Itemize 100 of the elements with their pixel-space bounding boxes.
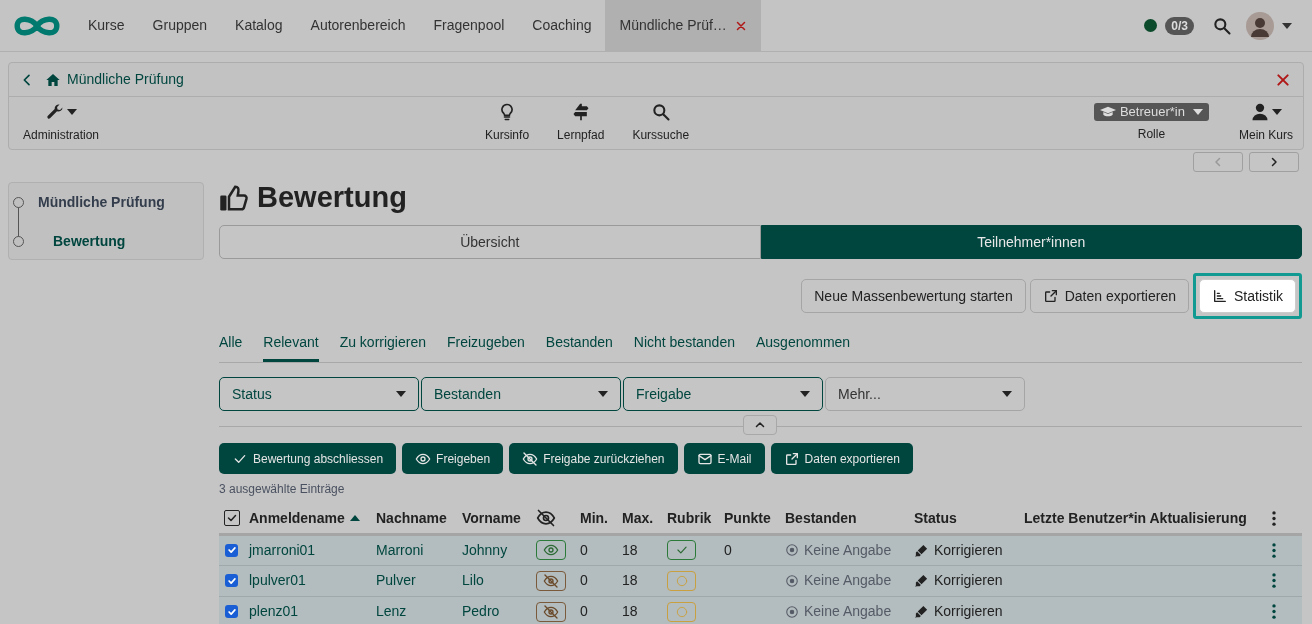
notification-count[interactable]: 0/3 xyxy=(1165,16,1194,35)
circle-icon xyxy=(674,573,689,588)
role-dropdown[interactable]: Betreuer*in xyxy=(1093,103,1209,121)
table-cell: Johnny xyxy=(462,534,536,565)
action-button[interactable]: Daten exportieren xyxy=(1029,279,1189,313)
visibility-badge[interactable] xyxy=(536,601,566,622)
bulk-action-button[interactable]: Freigabe zurückziehen xyxy=(509,443,678,474)
close-icon[interactable] xyxy=(734,19,747,32)
rubric-badge[interactable] xyxy=(667,540,696,560)
toolbar-button[interactable]: Lernpfad xyxy=(543,102,619,144)
more-options-icon[interactable] xyxy=(1272,573,1276,588)
nav-tab[interactable]: Katalog xyxy=(221,0,297,51)
nav-tab[interactable]: Gruppen xyxy=(138,0,222,51)
visibility-icon xyxy=(536,508,556,529)
column-header[interactable]: Max. xyxy=(622,504,667,534)
nav-tab[interactable]: Coaching xyxy=(518,0,606,51)
course-menu-item[interactable]: Mündliche Prüfung xyxy=(38,192,165,213)
column-header[interactable]: Punkte xyxy=(724,504,785,534)
column-header[interactable]: Bestanden xyxy=(785,504,914,534)
table-cell: Lenz xyxy=(376,596,462,624)
filter-tab[interactable]: Freizugeben xyxy=(447,332,525,362)
filter-dropdown[interactable]: Freigabe xyxy=(623,377,823,411)
column-header[interactable]: Min. xyxy=(580,504,622,534)
segment-tab[interactable]: Übersicht xyxy=(219,225,761,259)
login-link[interactable]: lpulver01 xyxy=(249,572,306,588)
table-cell-text: Keine Angabe xyxy=(804,602,892,621)
check-icon xyxy=(226,575,237,586)
row-checkbox[interactable] xyxy=(225,574,238,587)
caret-icon xyxy=(1192,107,1203,117)
action-button[interactable]: Statistik xyxy=(1199,279,1296,313)
radio-dot-icon xyxy=(785,573,799,588)
close-icon[interactable] xyxy=(1275,71,1291,88)
table-cell: 0 xyxy=(580,534,622,565)
filter-dropdown[interactable]: Bestanden xyxy=(421,377,621,411)
bulk-action-button[interactable]: Daten exportieren xyxy=(770,443,913,474)
caret-icon xyxy=(1272,107,1282,117)
circle-icon xyxy=(674,604,689,619)
column-header[interactable]: Nachname xyxy=(376,504,462,534)
course-menu-item[interactable]: Bewertung xyxy=(53,231,126,252)
share-icon xyxy=(783,450,800,467)
visibility-badge[interactable] xyxy=(536,570,566,591)
my-course-menu[interactable]: Mein Kurs xyxy=(1238,102,1293,144)
filter-tab[interactable]: Nicht bestanden xyxy=(633,332,735,362)
nav-tab[interactable]: Fragenpool xyxy=(419,0,519,51)
graduation-cap-icon xyxy=(1099,106,1116,118)
table-cell: 18 xyxy=(622,596,667,624)
home-icon[interactable] xyxy=(45,71,61,88)
toolbar-button[interactable]: Kursinfo xyxy=(471,102,544,144)
filter-dropdown[interactable]: Status xyxy=(219,377,419,411)
radio-dot-icon xyxy=(785,543,799,557)
avatar[interactable] xyxy=(1246,11,1274,40)
row-checkbox[interactable] xyxy=(225,543,238,557)
action-button[interactable]: Neue Massenbewertung starten xyxy=(801,279,1026,313)
table-cell: Lilo xyxy=(462,565,536,596)
collapse-button[interactable] xyxy=(743,415,777,435)
column-header[interactable]: Anmeldename xyxy=(249,507,360,529)
more-options-icon[interactable] xyxy=(1272,542,1276,558)
more-options-icon[interactable] xyxy=(1272,604,1276,619)
bulk-action-button[interactable]: Bewertung abschliessen xyxy=(219,443,397,474)
course-title-link[interactable]: Mündliche Prüfung xyxy=(67,69,184,90)
table-cell-text: Keine Angabe xyxy=(804,571,892,590)
caret-icon xyxy=(1002,390,1012,398)
column-header[interactable]: Rubrik xyxy=(667,504,724,534)
table-cell-text: Korrigieren xyxy=(934,571,1003,590)
table-cell: Pedro xyxy=(462,596,536,624)
tab-label: Kurse xyxy=(88,16,125,35)
selection-count: 3 ausgewählte Einträge xyxy=(219,481,346,498)
caret-icon xyxy=(598,390,608,398)
marker-pen-icon xyxy=(914,604,929,619)
visibility-badge[interactable] xyxy=(536,540,566,560)
search-icon[interactable] xyxy=(1212,15,1232,36)
filter-tab[interactable]: Relevant xyxy=(263,332,319,362)
more-options-icon[interactable] xyxy=(1272,510,1276,526)
filter-tab[interactable]: Bestanden xyxy=(545,332,613,362)
marker-pen-icon xyxy=(914,542,929,558)
nav-tab[interactable]: Kurse xyxy=(74,0,139,51)
page-title: Bewertung xyxy=(257,180,407,216)
column-header[interactable]: Status xyxy=(914,504,1024,534)
bulk-action-button[interactable]: Freigeben xyxy=(402,443,504,474)
filter-tab[interactable]: Alle xyxy=(219,332,243,362)
filter-tab[interactable]: Ausgenommen xyxy=(755,332,851,362)
segment-tab[interactable]: Teilnehmer*innen xyxy=(760,225,1302,259)
login-link[interactable]: plenz01 xyxy=(249,603,299,619)
next-button[interactable] xyxy=(1249,152,1299,172)
nav-tab[interactable]: Autorenbereich xyxy=(296,0,420,51)
filter-dropdown[interactable]: Mehr... xyxy=(825,377,1025,411)
nav-tab[interactable]: Mündliche Prüf… xyxy=(605,0,761,51)
sort-ascending-icon xyxy=(349,514,360,523)
select-all-checkbox[interactable] xyxy=(224,510,240,527)
column-header[interactable]: Letzte Benutzer*in Aktualisierung xyxy=(1024,504,1272,534)
row-checkbox[interactable] xyxy=(225,605,238,618)
toolbar-button[interactable]: Kurssuche xyxy=(618,102,704,144)
filter-tab[interactable]: Zu korrigieren xyxy=(339,332,426,362)
tab-label: Gruppen xyxy=(152,16,208,35)
toolbar-button[interactable]: Administration xyxy=(23,102,100,144)
login-link[interactable]: jmarroni01 xyxy=(249,541,316,558)
tab-label: Mündliche Prüf… xyxy=(619,16,727,35)
bulk-action-button[interactable]: E-Mail xyxy=(683,443,765,474)
column-header[interactable]: Vorname xyxy=(462,504,536,534)
marker-pen-icon xyxy=(914,573,929,588)
